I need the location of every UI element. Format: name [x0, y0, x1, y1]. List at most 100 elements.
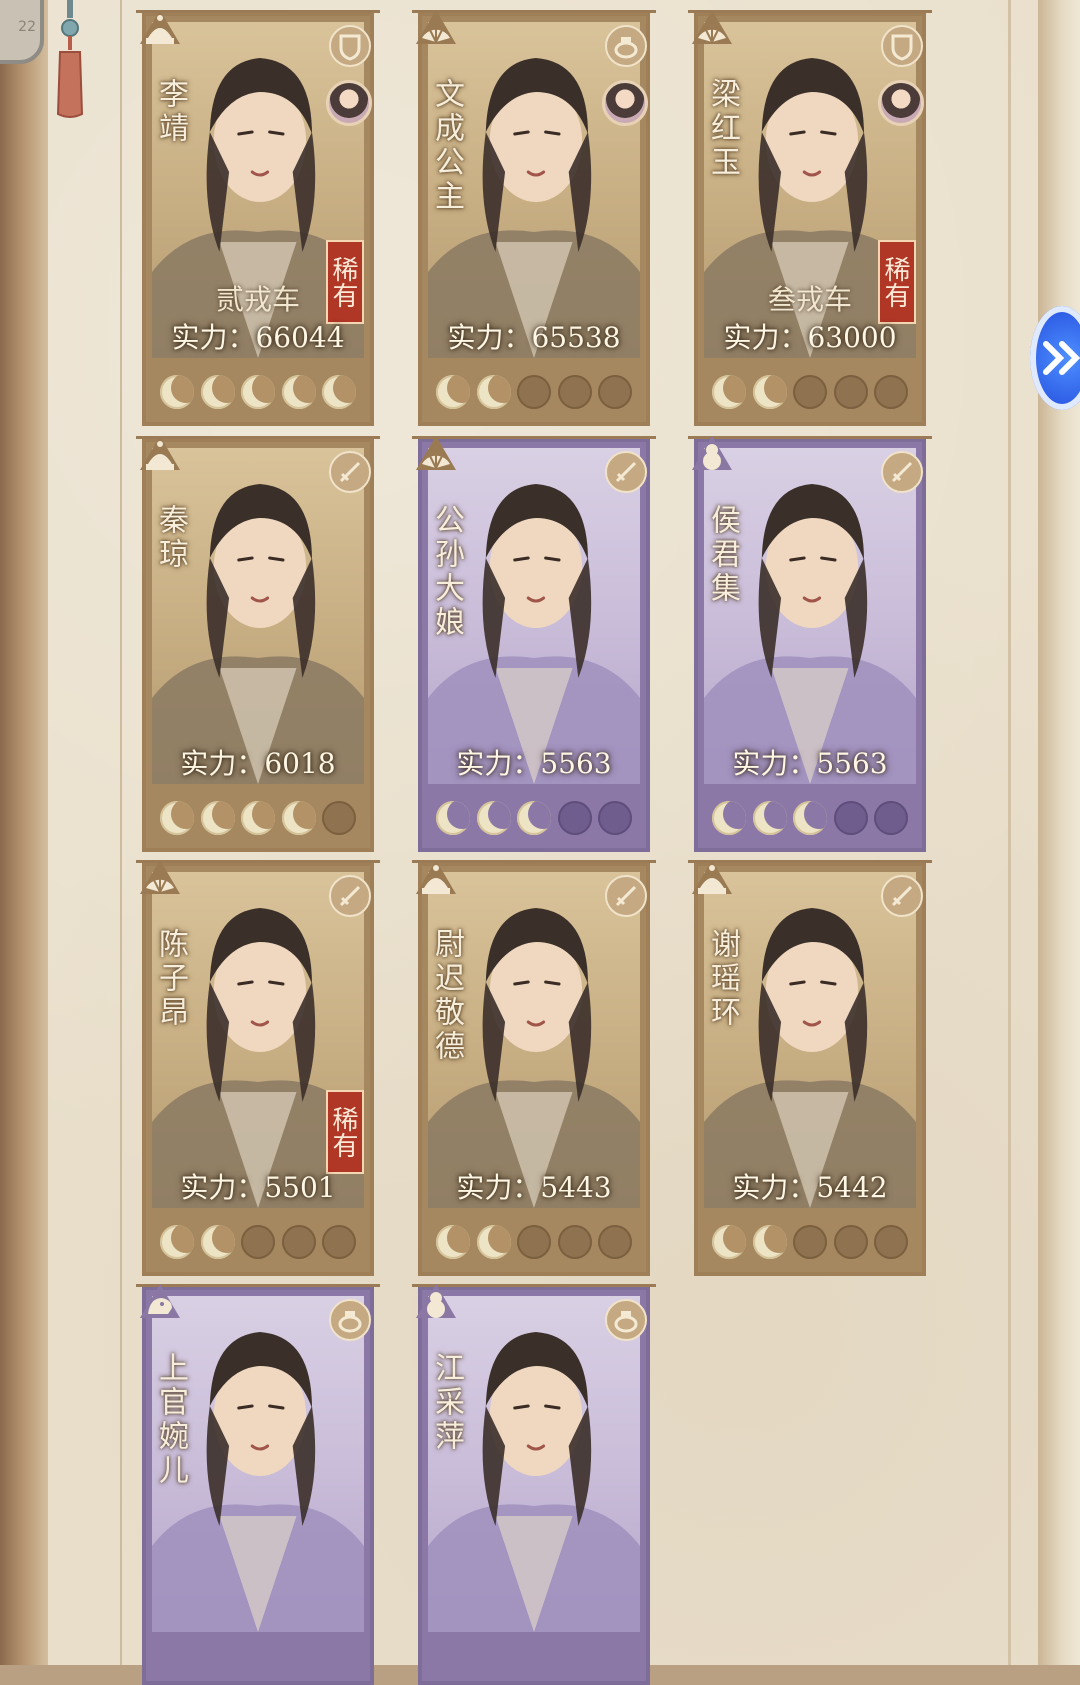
moon-filled-icon — [160, 375, 194, 409]
moon-filled-icon — [436, 801, 470, 835]
moon-filled-icon — [200, 801, 235, 835]
moon-empty-icon — [833, 1225, 868, 1259]
hero-name: 陈子昂 — [153, 928, 188, 1030]
moon-filled-icon — [476, 1225, 511, 1259]
pot-icon — [604, 1298, 648, 1342]
helmet-icon — [686, 854, 738, 906]
sword-icon — [604, 874, 648, 918]
double-arrow-icon — [1043, 341, 1080, 375]
star-row — [706, 792, 914, 844]
hero-portrait — [704, 448, 916, 784]
gourd-icon — [686, 430, 738, 482]
portrait-art — [704, 908, 916, 1208]
moon-filled-icon — [712, 801, 746, 835]
gourd-icon — [410, 1278, 462, 1330]
moon-filled-icon — [200, 375, 235, 409]
lion-icon — [134, 1278, 186, 1330]
book-right-edge — [1038, 0, 1080, 1665]
power-label: 实力：5563 — [732, 747, 888, 780]
portrait-art — [428, 1332, 640, 1632]
hero-name: 文成公主 — [429, 78, 464, 214]
moon-filled-icon — [281, 801, 316, 835]
star-row — [706, 1216, 914, 1268]
hero-card[interactable]: 谢瑶环实力：5442 — [688, 860, 932, 1276]
sword-icon — [328, 450, 372, 494]
star-row — [154, 366, 362, 418]
hero-name: 江采萍 — [429, 1352, 464, 1454]
moon-filled-icon — [436, 1225, 470, 1259]
moon-empty-icon — [793, 375, 827, 409]
hero-name: 李靖 — [153, 78, 188, 146]
hero-card[interactable]: 梁红玉 稀有 叁戎车 实力：63000 — [688, 10, 932, 426]
rarity-tag: 稀有 — [326, 1090, 364, 1174]
helmet-icon — [134, 430, 186, 482]
hero-card[interactable]: 江采萍 — [412, 1284, 656, 1685]
chariot-label: 叁戎车 — [767, 283, 852, 316]
moon-filled-icon — [476, 375, 511, 409]
moon-empty-icon — [793, 1225, 827, 1259]
moon-empty-icon — [557, 1225, 592, 1259]
moon-filled-icon — [281, 375, 316, 409]
moon-empty-icon — [557, 375, 592, 409]
helmet-icon — [134, 4, 186, 56]
power-label: 实力：5442 — [732, 1171, 888, 1204]
hero-card[interactable]: 陈子昂稀有 实力：5501 — [136, 860, 380, 1276]
moon-filled-icon — [752, 801, 787, 835]
chariot-label: 贰戎车 — [215, 283, 300, 316]
moon-filled-icon — [712, 375, 746, 409]
moon-empty-icon — [322, 801, 356, 835]
moon-filled-icon — [476, 801, 511, 835]
moon-empty-icon — [833, 801, 868, 835]
star-row — [430, 1216, 638, 1268]
hero-card[interactable]: 侯君集实力：5563 — [688, 436, 932, 852]
hero-portrait — [152, 448, 364, 784]
page-rule — [1008, 0, 1011, 1665]
moon-filled-icon — [752, 375, 787, 409]
moon-filled-icon — [160, 1225, 194, 1259]
hero-name: 梁红玉 — [705, 78, 740, 180]
hero-name: 秦琼 — [153, 504, 188, 572]
power-label: 实力：66044 — [171, 321, 345, 354]
moon-empty-icon — [874, 375, 908, 409]
hero-name: 侯君集 — [705, 504, 740, 606]
star-row — [706, 366, 914, 418]
moon-empty-icon — [598, 375, 632, 409]
moon-filled-icon — [160, 801, 194, 835]
moon-filled-icon — [200, 1225, 235, 1259]
moon-filled-icon — [322, 375, 356, 409]
hero-card[interactable]: 上官婉儿 — [136, 1284, 380, 1685]
hero-name: 谢瑶环 — [705, 928, 740, 1030]
moon-empty-icon — [241, 1225, 275, 1259]
star-row — [154, 1216, 362, 1268]
pot-icon — [604, 24, 648, 68]
moon-empty-icon — [833, 375, 868, 409]
power-label: 实力：63000 — [723, 321, 897, 354]
power-label: 实力：5563 — [456, 747, 612, 780]
power-label: 实力：5501 — [180, 1171, 336, 1204]
star-row — [154, 792, 362, 844]
moon-filled-icon — [436, 375, 470, 409]
hero-name: 尉迟敬德 — [429, 928, 464, 1064]
hero-card[interactable]: 文成公主 实力：65538 — [412, 10, 656, 426]
page-rule — [120, 0, 122, 1665]
hero-card[interactable]: 尉迟敬德 实力：5443 — [412, 860, 656, 1276]
companion-avatar — [326, 80, 372, 126]
moon-empty-icon — [322, 1225, 356, 1259]
hero-portrait — [428, 1296, 640, 1632]
moon-empty-icon — [517, 375, 551, 409]
companion-avatar — [602, 80, 648, 126]
sword-icon — [328, 874, 372, 918]
moon-filled-icon — [712, 1225, 746, 1259]
hero-card[interactable]: 公孙大娘实力：5563 — [412, 436, 656, 852]
sword-icon — [880, 874, 924, 918]
hero-card[interactable]: 李靖 稀有 贰戎车 实力：66044 — [136, 10, 380, 426]
fan-icon — [134, 854, 186, 906]
hero-card[interactable]: 秦琼 实力：6018 — [136, 436, 380, 852]
moon-empty-icon — [598, 1225, 632, 1259]
portrait-art — [704, 484, 916, 784]
notification-badge[interactable]: 22 — [0, 0, 44, 64]
star-row — [430, 792, 638, 844]
hero-name: 公孙大娘 — [429, 504, 464, 640]
hero-name: 上官婉儿 — [153, 1352, 188, 1488]
moon-filled-icon — [241, 801, 275, 835]
